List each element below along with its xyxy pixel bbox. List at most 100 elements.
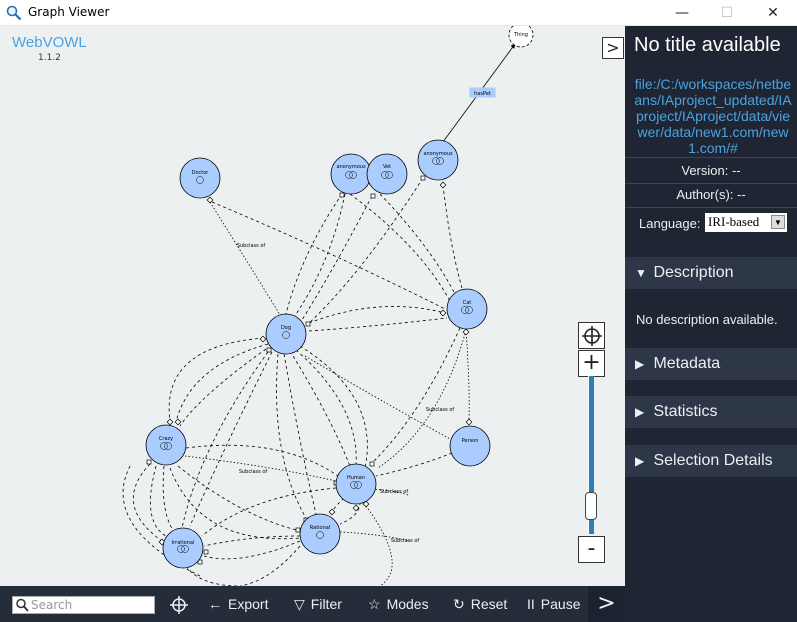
search-container — [12, 596, 155, 614]
zoom-slider-thumb[interactable] — [585, 492, 597, 520]
sidebar-toggle-button[interactable]: > — [602, 37, 624, 59]
funnel-icon: ▽ — [294, 596, 305, 612]
section-description-label: Description — [653, 264, 734, 281]
toolbar-expand-button[interactable]: > — [588, 586, 625, 622]
sidebar-divider — [625, 183, 797, 184]
node-cat-union-icon — [461, 306, 469, 314]
center-graph-button[interactable] — [578, 322, 605, 349]
node-crazy-label: Crazy — [159, 436, 173, 442]
close-window-button[interactable]: ✕ — [750, 0, 796, 26]
ontology-graph[interactable]: hasPet Subclass of Subclass of Subclass … — [0, 26, 625, 586]
node-cat[interactable]: Cat — [446, 288, 488, 330]
edge-dog-irrational-2 — [181, 351, 269, 529]
chevron-down-icon: ▼ — [771, 215, 785, 229]
reset-icon: ↻ — [453, 596, 465, 612]
subclass-label-person: Subclass of — [426, 407, 455, 413]
zoom-out-button[interactable]: - — [578, 536, 605, 563]
maximize-button[interactable]: ☐ — [704, 0, 750, 26]
edge-rational-to-bottom — [365, 505, 393, 586]
node-irrational-union-icon — [177, 545, 185, 553]
description-text: No description available. — [636, 312, 778, 327]
pause-button[interactable]: II Pause — [527, 586, 580, 622]
edge-vet-dog — [299, 195, 373, 324]
edge-dog-person — [304, 355, 453, 441]
section-selection-header[interactable]: ▶ Selection Details — [625, 445, 797, 477]
section-selection-label: Selection Details — [653, 452, 773, 469]
section-statistics-label: Statistics — [653, 403, 718, 420]
edge-dog-rational-1 — [283, 353, 317, 515]
subclass-label-human: Subclass of — [380, 489, 409, 495]
edge-crazy-irrational-b — [150, 465, 171, 539]
search-input[interactable] — [31, 597, 153, 613]
node-anonymous-2[interactable]: anonymous — [417, 139, 459, 181]
edge-anon1-dog-b — [291, 193, 346, 321]
edge-crazy-irrational — [133, 463, 167, 545]
crosshair-icon — [581, 326, 602, 346]
edge-rational-irrational-b — [203, 540, 301, 560]
node-human[interactable]: Human — [335, 463, 377, 505]
graph-viewer-app-icon — [6, 5, 22, 21]
reset-label: Reset — [470, 596, 508, 612]
section-metadata-label: Metadata — [653, 355, 721, 372]
section-statistics-header[interactable]: ▶ Statistics — [625, 396, 797, 428]
locate-button[interactable] — [170, 586, 190, 622]
star-icon: ☆ — [368, 596, 381, 612]
node-anonymous-2-union-icon — [432, 157, 440, 165]
node-dog[interactable]: Dog — [265, 313, 307, 355]
node-rational-label: Rational — [310, 525, 330, 531]
node-vet-label: Vet — [383, 164, 391, 170]
language-select-value: IRI-based — [708, 214, 760, 229]
subclass-label-crazy: Subclass of — [239, 469, 268, 475]
edge-person-human — [375, 452, 453, 477]
node-anonymous-1[interactable]: anonymous — [330, 153, 372, 195]
webvowl-logo: WebVOWL — [12, 34, 87, 51]
ontology-iri-link[interactable]: file:/C:/workspaces/netbeans/IAproject_u… — [633, 76, 793, 156]
export-button[interactable]: ← Export — [208, 586, 268, 622]
modes-label: Modes — [386, 596, 429, 612]
sidebar-divider — [625, 157, 797, 158]
collapsed-triangle-icon: ▶ — [635, 405, 645, 419]
sidebar: No title available file:/C:/workspaces/n… — [625, 26, 797, 622]
edge-dog-human-3 — [299, 345, 368, 469]
pause-label: Pause — [540, 596, 581, 612]
node-doctor[interactable]: Doctor — [179, 157, 221, 199]
graph-nodes[interactable]: Thing Doctor anonymous Vet anonymous Dog… — [145, 26, 534, 569]
edge-dog-crazy-1 — [168, 337, 265, 422]
graph-canvas[interactable]: hasPet Subclass of Subclass of Subclass … — [0, 26, 625, 586]
node-anonymous-1-union-icon — [345, 171, 353, 179]
modes-button[interactable]: ☆ Modes — [368, 586, 429, 622]
minimize-button[interactable]: — — [659, 0, 705, 26]
sidebar-divider — [625, 207, 797, 208]
node-human-label: Human — [347, 475, 365, 481]
edge-dog-human-1 — [289, 350, 351, 467]
arrow-left-icon: ← — [208, 596, 222, 612]
node-vet-union-icon — [381, 171, 389, 179]
export-label: Export — [228, 596, 269, 612]
node-anonymous-1-label: anonymous — [336, 164, 366, 170]
edge-crazy-irrational-c — [162, 465, 177, 535]
search-icon — [16, 598, 29, 612]
edge-dog-human-2 — [295, 349, 357, 467]
edge-anon1-cat — [349, 193, 451, 302]
node-crazy[interactable]: Crazy — [145, 424, 187, 466]
node-vet[interactable]: Vet — [366, 153, 408, 195]
node-thing[interactable]: Thing — [508, 26, 534, 48]
filter-button[interactable]: ▽ Filter — [294, 586, 342, 622]
node-person[interactable]: Person — [449, 425, 491, 467]
edge-human-rational-b — [339, 501, 361, 525]
language-label: Language: — [639, 216, 701, 231]
edge-dog-crazy-3 — [179, 348, 267, 427]
edge-rational-irrational — [203, 535, 301, 547]
language-select[interactable]: IRI-based ▼ — [705, 213, 787, 232]
node-irrational[interactable]: Irrational — [162, 527, 204, 569]
reset-button[interactable]: ↻ Reset — [453, 586, 507, 622]
zoom-in-button[interactable]: + — [578, 350, 605, 377]
node-human-union-icon — [350, 481, 358, 489]
section-description-header[interactable]: ▼ Description — [625, 257, 797, 289]
node-dog-equiv-icon — [282, 331, 290, 339]
node-doctor-equiv-icon — [196, 176, 204, 184]
bottom-toolbar: ← Export ▽ Filter ☆ Modes ↻ Reset II Pause > — [0, 586, 625, 622]
node-rational[interactable]: Rational — [299, 513, 341, 555]
section-metadata-header[interactable]: ▶ Metadata — [625, 348, 797, 380]
pause-icon: II — [527, 596, 535, 612]
